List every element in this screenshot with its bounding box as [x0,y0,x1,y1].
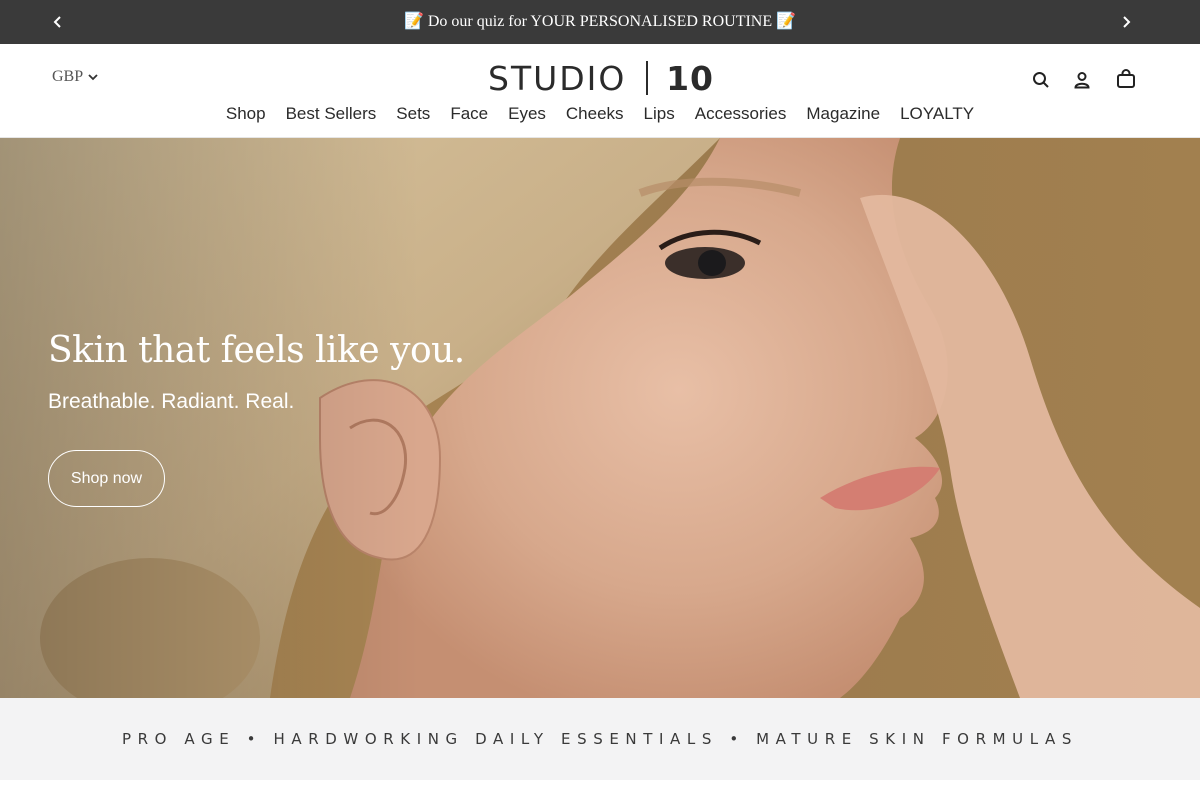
nav-item-sets[interactable]: Sets [396,104,430,124]
chevron-down-icon [88,74,98,81]
main-navigation: Shop Best Sellers Sets Face Eyes Cheeks … [0,104,1200,124]
shop-now-button[interactable]: Shop now [48,450,165,507]
logo-divider [646,61,649,95]
brand-logo[interactable]: STUDIO 10 [488,58,714,98]
announcement-bar: 📝 Do our quiz for YOUR PERSONALISED ROUT… [0,0,1200,44]
nav-item-eyes[interactable]: Eyes [508,104,546,124]
site-header: GBP STUDIO 10 Shop Best Sellers Sets Fac… [0,44,1200,138]
hero-title: Skin that feels like you. [48,330,465,371]
nav-item-face[interactable]: Face [450,104,488,124]
currency-selector[interactable]: GBP [52,68,98,86]
hero-subtitle: Breathable. Radiant. Real. [48,390,295,413]
search-icon[interactable] [1030,69,1052,91]
chevron-right-icon[interactable] [1116,12,1136,32]
logo-word: STUDIO [488,58,627,98]
account-icon[interactable] [1071,69,1093,91]
logo-number: 10 [666,58,714,98]
bag-icon[interactable] [1115,68,1137,90]
tagline-band: PRO AGE • HARDWORKING DAILY ESSENTIALS •… [0,698,1200,780]
nav-item-cheeks[interactable]: Cheeks [566,104,624,124]
nav-item-lips[interactable]: Lips [644,104,675,124]
hero-image [0,138,1200,698]
hero-banner: Skin that feels like you. Breathable. Ra… [0,138,1200,698]
nav-item-best-sellers[interactable]: Best Sellers [286,104,377,124]
currency-label: GBP [52,68,84,85]
nav-item-shop[interactable]: Shop [226,104,266,124]
tagline-text: PRO AGE • HARDWORKING DAILY ESSENTIALS •… [121,730,1079,748]
nav-item-magazine[interactable]: Magazine [806,104,880,124]
announcement-message[interactable]: 📝 Do our quiz for YOUR PERSONALISED ROUT… [0,12,1200,32]
nav-item-loyalty[interactable]: LOYALTY [900,104,974,124]
nav-item-accessories[interactable]: Accessories [695,104,787,124]
